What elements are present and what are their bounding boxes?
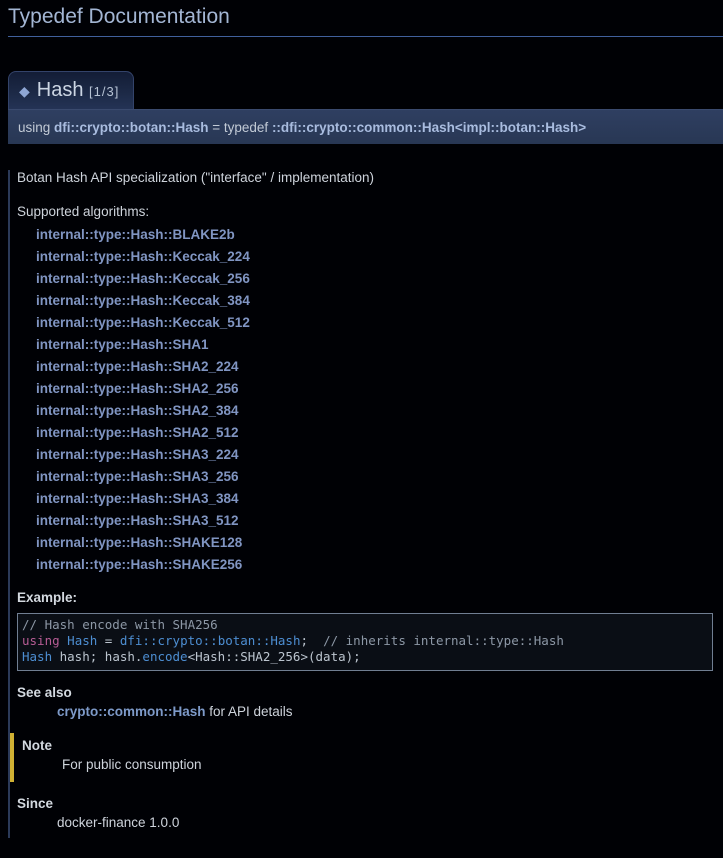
algorithm-link[interactable]: internal::type::Hash::SHA2_512 xyxy=(36,422,713,444)
see-also-section: See also crypto::common::Hash for API de… xyxy=(17,685,713,719)
proto-using-keyword: using xyxy=(18,120,54,135)
since-text: docker-finance 1.0.0 xyxy=(57,815,713,830)
code-comment: // Hash encode with SHA256 xyxy=(22,617,218,632)
proto-typedef-name: dfi::crypto::botan::Hash xyxy=(54,120,208,135)
code-link-hash[interactable]: Hash xyxy=(22,649,52,664)
algorithm-list: internal::type::Hash::BLAKE2b internal::… xyxy=(36,224,713,576)
code-plain: hash; hash. xyxy=(52,649,142,664)
code-block: // Hash encode with SHA256 using Hash = … xyxy=(17,613,713,671)
code-link-encode[interactable]: encode xyxy=(142,649,187,664)
algorithm-link[interactable]: internal::type::Hash::SHA2_256 xyxy=(36,378,713,400)
note-text: For public consumption xyxy=(62,757,713,772)
note-label: Note xyxy=(22,738,713,753)
code-plain: <Hash::SHA2_256>(data); xyxy=(188,649,361,664)
since-label: Since xyxy=(17,796,713,811)
algorithm-link[interactable]: internal::type::Hash::SHA1 xyxy=(36,334,713,356)
code-plain: = xyxy=(97,633,120,648)
anchor-diamond-icon[interactable]: ◆ xyxy=(19,83,30,99)
member-tab: ◆ Hash [1/3] xyxy=(8,71,134,109)
algorithm-link[interactable]: internal::type::Hash::SHA3_384 xyxy=(36,488,713,510)
member-prototype: using dfi::crypto::botan::Hash = typedef… xyxy=(8,109,723,144)
code-link-hash[interactable]: Hash xyxy=(67,633,97,648)
algorithm-link[interactable]: internal::type::Hash::Keccak_256 xyxy=(36,268,713,290)
note-section: Note For public consumption xyxy=(10,733,713,782)
code-comment: // inherits internal::type::Hash xyxy=(323,633,564,648)
doc-brief: Botan Hash API specialization ("interfac… xyxy=(17,170,713,185)
algorithm-link[interactable]: internal::type::Hash::SHA2_384 xyxy=(36,400,713,422)
code-keyword-using: using xyxy=(22,633,60,648)
supported-algorithms-label: Supported algorithms: xyxy=(17,204,713,219)
member-documentation: Botan Hash API specialization ("interfac… xyxy=(8,170,723,838)
see-also-content: crypto::common::Hash for API details xyxy=(57,704,713,719)
algorithm-link[interactable]: internal::type::Hash::BLAKE2b xyxy=(36,224,713,246)
algorithm-link[interactable]: internal::type::Hash::Keccak_384 xyxy=(36,290,713,312)
algorithm-link[interactable]: internal::type::Hash::SHA3_256 xyxy=(36,466,713,488)
example-label: Example: xyxy=(17,590,713,605)
algorithm-link[interactable]: internal::type::Hash::SHA3_512 xyxy=(36,510,713,532)
page-title: Typedef Documentation xyxy=(8,5,723,37)
member-tab-name: Hash xyxy=(37,79,84,101)
algorithm-link[interactable]: internal::type::Hash::Keccak_224 xyxy=(36,246,713,268)
code-plain: ; xyxy=(300,633,323,648)
member-tab-count: [1/3] xyxy=(89,84,119,99)
proto-target-type: ::dfi::crypto::common::Hash<impl::botan:… xyxy=(272,120,586,135)
code-link-botan-hash[interactable]: dfi::crypto::botan::Hash xyxy=(120,633,301,648)
see-also-label: See also xyxy=(17,685,713,700)
algorithm-link[interactable]: internal::type::Hash::Keccak_512 xyxy=(36,312,713,334)
algorithm-link[interactable]: internal::type::Hash::SHA3_224 xyxy=(36,444,713,466)
see-also-text: for API details xyxy=(206,704,293,719)
algorithm-link[interactable]: internal::type::Hash::SHAKE256 xyxy=(36,554,713,576)
example-section: Example: xyxy=(17,590,713,605)
typedef-member-hash: ◆Hash [1/3] using dfi::crypto::botan::Ha… xyxy=(8,71,723,838)
algorithm-link[interactable]: internal::type::Hash::SHA2_224 xyxy=(36,356,713,378)
algorithm-link[interactable]: internal::type::Hash::SHAKE128 xyxy=(36,532,713,554)
since-section: Since docker-finance 1.0.0 xyxy=(17,796,713,830)
see-also-link[interactable]: crypto::common::Hash xyxy=(57,704,206,719)
proto-equals-typedef: = typedef xyxy=(209,120,272,135)
